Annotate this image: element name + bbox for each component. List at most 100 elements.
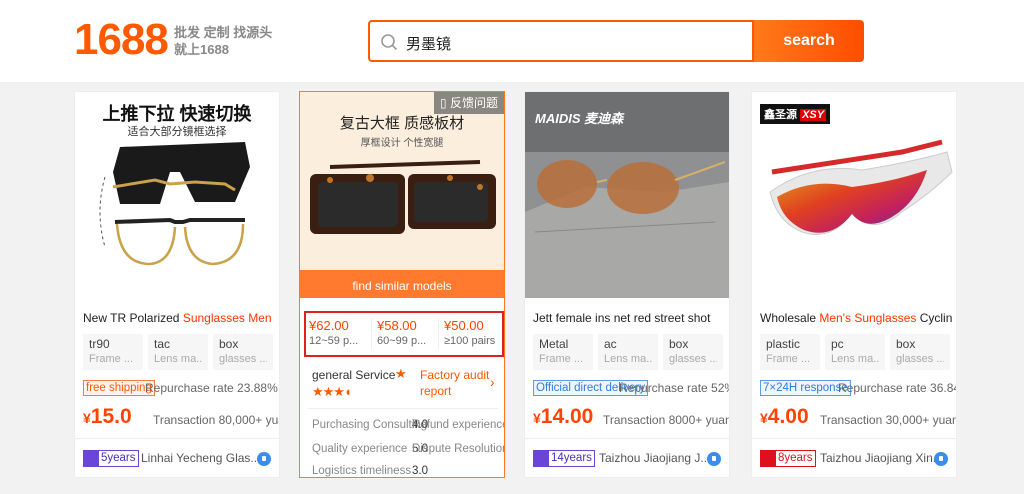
title-text: Wholesale bbox=[760, 311, 820, 325]
product-image[interactable]: MAIDIS 麦迪森 bbox=[525, 92, 729, 298]
attr-key: Lens ma... bbox=[604, 353, 652, 365]
metric-score: 3.0 bbox=[412, 465, 428, 477]
product-card[interactable]: 上推下拉 快速切换 适合大部分镜框选择 New TR Polarized Sun… bbox=[74, 91, 280, 478]
attr-value: box bbox=[669, 337, 689, 351]
find-similar-button[interactable]: find similar models bbox=[300, 270, 504, 298]
currency-symbol: ¥ bbox=[760, 410, 768, 426]
chevron-right-icon[interactable]: › bbox=[490, 374, 495, 390]
attr-value: plastic bbox=[766, 337, 801, 351]
years-badge: 5years bbox=[83, 450, 139, 467]
feedback-button[interactable]: ▯ 反馈问题 bbox=[434, 92, 504, 114]
product-card[interactable]: MAIDIS 麦迪森 Jett female ins net red stree… bbox=[524, 91, 730, 478]
title-keyword: Men's Sunglasses bbox=[819, 311, 917, 325]
attribute-lens: pc Lens ma... bbox=[825, 334, 885, 370]
currency-symbol: ¥ bbox=[533, 410, 541, 426]
title-text-end: 's bbox=[272, 311, 276, 325]
tag-row: 7×24H response Repurchase rate 36.84% bbox=[760, 380, 956, 396]
repurchase-rate: Repurchase rate 23.88% bbox=[145, 381, 278, 395]
attr-value: Metal bbox=[539, 337, 569, 351]
metric-row: Quality experience bbox=[312, 443, 407, 455]
product-title[interactable]: Jett female ins net red street shot bbox=[533, 311, 725, 325]
metric-label: Logistics timeliness bbox=[312, 465, 412, 477]
attribute-frame: plastic Frame ... bbox=[760, 334, 820, 370]
years-text: 5years bbox=[101, 452, 136, 464]
tier-quantity: ≥100 pairs bbox=[444, 335, 496, 347]
brand-watermark: MAIDIS 麦迪森 bbox=[535, 111, 624, 126]
supplier-name[interactable]: Linhai Yecheng Glas... bbox=[141, 451, 260, 465]
attr-value: ac bbox=[604, 337, 617, 351]
tier-price: ¥58.00 bbox=[377, 318, 417, 333]
years-badge: 8years bbox=[760, 450, 816, 467]
metric-label: Purchasing Consulting bbox=[312, 419, 428, 431]
chat-icon[interactable] bbox=[934, 452, 948, 466]
price: ¥15.0 bbox=[83, 404, 132, 431]
search-icon bbox=[381, 34, 398, 51]
attribute-lens: ac Lens ma... bbox=[598, 334, 658, 370]
product-card-active[interactable]: 复古大框 质感板材 厚框设计 个性宽腿 ▯ 反馈问题 find similar … bbox=[299, 91, 505, 478]
brand-logo: 鑫圣源 XSY bbox=[760, 104, 831, 124]
price-tier: ¥50.00 ≥100 pairs bbox=[444, 317, 504, 349]
banner-subline: 适合大部分镜框选择 bbox=[127, 126, 227, 138]
price-tiers: ¥62.00 12~59 p... ¥58.00 60~99 p... ¥50.00… bbox=[304, 311, 504, 357]
attr-key: Lens ma... bbox=[154, 353, 202, 365]
transaction-volume: Transaction 80,000+ yuan bbox=[153, 413, 280, 427]
title-text-end: Cycling bbox=[919, 311, 952, 325]
attribute-frame: Metal Frame ... bbox=[533, 334, 593, 370]
supplier-row[interactable]: 14years Taizhou Jiaojiang J... bbox=[533, 450, 723, 468]
tier-quantity: 60~99 p... bbox=[377, 335, 427, 347]
supplier-name[interactable]: Taizhou Jiaojiang Xin... bbox=[820, 451, 943, 465]
attribute-lens: tac Lens ma... bbox=[148, 334, 208, 370]
attributes: tr90 Frame ... tac Lens ma... box glasses .… bbox=[83, 334, 273, 370]
attr-key: glasses ... bbox=[219, 353, 267, 365]
product-image[interactable]: 上推下拉 快速切换 适合大部分镜框选择 bbox=[75, 92, 279, 298]
product-title[interactable]: New TR Polarized Sunglasses Men 's bbox=[83, 311, 275, 325]
attr-value: box bbox=[896, 337, 916, 351]
product-card[interactable]: 鑫圣源 XSY Wholesale Men's Sunglasses Cycli… bbox=[751, 91, 957, 478]
metric-label: Quality experience bbox=[312, 443, 408, 455]
tier-divider bbox=[438, 319, 439, 349]
price: ¥4.00 bbox=[760, 404, 809, 431]
title-text: New TR Polarized bbox=[83, 311, 183, 325]
factory-audit-link[interactable]: Factory audit report bbox=[420, 367, 490, 399]
title-keyword: Sunglasses Men bbox=[182, 311, 272, 325]
years-text: 14years bbox=[551, 452, 592, 464]
supplier-row[interactable]: 8years Taizhou Jiaojiang Xin... bbox=[760, 450, 950, 468]
tier-quantity: 12~59 p... bbox=[309, 335, 359, 347]
attributes: Metal Frame ... ac Lens ma... box glasses .… bbox=[533, 334, 723, 370]
logo-tagline-line1: 批发 定制 找源头 bbox=[174, 25, 273, 40]
years-badge: 14years bbox=[533, 450, 595, 467]
price-tier: ¥58.00 60~99 p... bbox=[377, 317, 441, 349]
product-image[interactable]: 鑫圣源 XSY bbox=[752, 92, 956, 298]
divider bbox=[308, 408, 498, 409]
attr-value: pc bbox=[831, 337, 844, 351]
attr-value: tac bbox=[154, 337, 171, 351]
search-query: 男墨镜 bbox=[406, 36, 452, 53]
search-input[interactable]: 男墨镜 bbox=[368, 20, 754, 62]
supplier-name[interactable]: Taizhou Jiaojiang J... bbox=[599, 451, 710, 465]
membership-icon bbox=[534, 451, 549, 466]
tag-row: free shipping Repurchase rate 23.88% bbox=[83, 380, 278, 396]
logo[interactable]: 1688 bbox=[74, 14, 169, 66]
product-image[interactable]: 复古大框 质感板材 厚框设计 个性宽腿 ▯ 反馈问题 find similar … bbox=[300, 92, 504, 298]
product-title[interactable]: Wholesale Men's Sunglasses Cycling bbox=[760, 311, 952, 325]
attr-key: Frame ... bbox=[766, 353, 811, 365]
metric-label-2: Dispute Resolution bbox=[412, 443, 504, 455]
search-button[interactable]: search bbox=[754, 20, 864, 62]
chat-icon[interactable] bbox=[257, 452, 271, 466]
price-tier: ¥62.00 12~59 p... bbox=[309, 317, 373, 349]
attribute-frame: tr90 Frame ... bbox=[83, 334, 143, 370]
supplier-row[interactable]: 5years Linhai Yecheng Glas... bbox=[83, 450, 273, 468]
divider bbox=[752, 438, 956, 439]
attr-key: Frame ... bbox=[539, 353, 584, 365]
price-value: 4.00 bbox=[767, 405, 809, 428]
attr-value: tr90 bbox=[89, 337, 110, 351]
service-rating-stars: ★★★◖ bbox=[312, 384, 352, 399]
chat-icon[interactable] bbox=[707, 452, 721, 466]
transaction-volume: Transaction 30,000+ yuan bbox=[820, 413, 957, 427]
logo-tagline-line2: 就上1688 bbox=[174, 42, 229, 57]
metric-row: Purchasing Consulting bbox=[312, 419, 427, 431]
membership-icon bbox=[84, 451, 99, 466]
attribute-packaging: box glasses ... bbox=[213, 334, 273, 370]
metric-value: 3.0 bbox=[412, 465, 428, 477]
feedback-icon: ▯ bbox=[440, 96, 450, 110]
